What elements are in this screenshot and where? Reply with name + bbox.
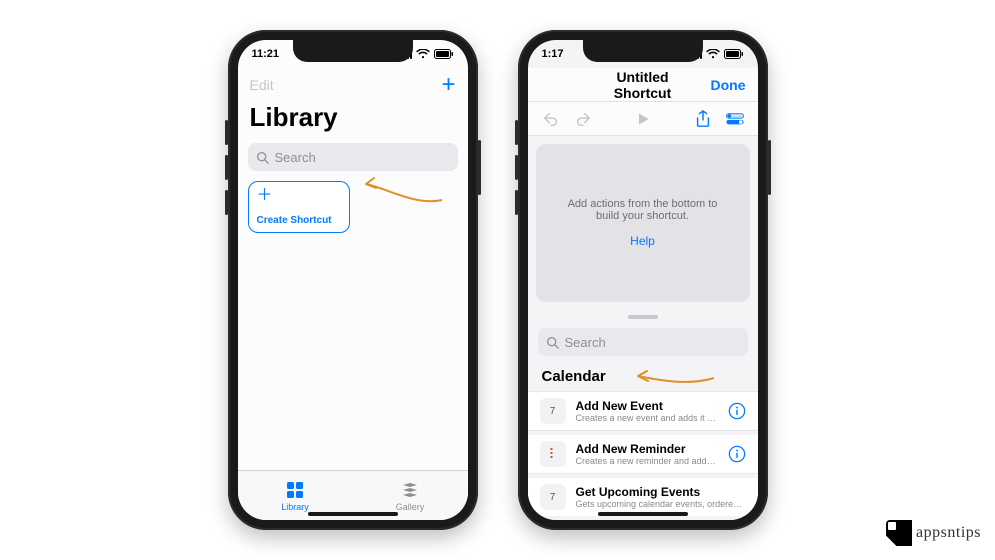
nav-bar: Edit + bbox=[238, 68, 468, 102]
action-subtitle: Gets upcoming calendar events, ordered f… bbox=[576, 499, 746, 509]
home-indicator[interactable] bbox=[308, 512, 398, 516]
action-row-add-reminder[interactable]: ⠇ Add New Reminder Creates a new reminde… bbox=[528, 435, 758, 474]
play-button[interactable] bbox=[634, 110, 652, 128]
watermark: appsntips bbox=[886, 520, 981, 546]
notch bbox=[583, 40, 703, 62]
help-link[interactable]: Help bbox=[630, 234, 655, 248]
redo-button[interactable] bbox=[574, 110, 592, 128]
screen-right: 1:17 Untitled Shortcut Done bbox=[528, 40, 758, 520]
search-placeholder: Search bbox=[275, 150, 316, 165]
battery-icon bbox=[434, 49, 454, 59]
nav-bar: Untitled Shortcut Done bbox=[528, 68, 758, 102]
watermark-logo-icon bbox=[886, 520, 912, 546]
action-subtitle: Creates a new reminder and adds it to th… bbox=[576, 456, 718, 466]
info-button[interactable] bbox=[728, 402, 746, 420]
notch bbox=[293, 40, 413, 62]
action-row-upcoming-events[interactable]: 7 Get Upcoming Events Gets upcoming cale… bbox=[528, 478, 758, 516]
create-shortcut-card[interactable]: ＋ Create Shortcut bbox=[248, 181, 350, 233]
section-title-calendar: Calendar bbox=[528, 364, 758, 391]
action-title: Add New Reminder bbox=[576, 442, 718, 456]
edit-button[interactable]: Edit bbox=[250, 77, 274, 93]
search-icon bbox=[546, 336, 559, 349]
actions-search-input[interactable]: Search bbox=[538, 328, 748, 356]
plus-icon: ＋ bbox=[257, 188, 341, 204]
add-button[interactable]: + bbox=[441, 71, 455, 99]
share-button[interactable] bbox=[694, 110, 712, 128]
action-subtitle: Creates a new event and adds it to the s… bbox=[576, 413, 718, 423]
phone-right: 1:17 Untitled Shortcut Done bbox=[518, 30, 768, 530]
watermark-text: appsntips bbox=[916, 524, 981, 542]
wifi-icon bbox=[706, 49, 720, 59]
library-content: ＋ Create Shortcut bbox=[238, 179, 468, 470]
status-time: 1:17 bbox=[542, 48, 564, 60]
canvas-hint: Add actions from the bottom to build you… bbox=[556, 198, 730, 222]
shortcut-canvas[interactable]: Add actions from the bottom to build you… bbox=[536, 144, 750, 302]
tab-gallery-label: Gallery bbox=[396, 502, 425, 512]
page-title: Library bbox=[238, 102, 468, 139]
create-shortcut-label: Create Shortcut bbox=[257, 215, 341, 226]
settings-toggle-button[interactable] bbox=[726, 110, 744, 128]
wifi-icon bbox=[416, 49, 430, 59]
screen-left: 11:21 Edit + Library S bbox=[238, 40, 468, 520]
undo-button[interactable] bbox=[542, 110, 560, 128]
action-title: Get Upcoming Events bbox=[576, 485, 746, 499]
battery-icon bbox=[724, 49, 744, 59]
action-row-add-event[interactable]: 7 Add New Event Creates a new event and … bbox=[528, 391, 758, 431]
search-icon bbox=[256, 151, 269, 164]
phone-left: 11:21 Edit + Library S bbox=[228, 30, 478, 530]
status-time: 11:21 bbox=[252, 48, 280, 60]
editor-toolbar bbox=[528, 102, 758, 136]
reminders-icon: ⠇ bbox=[540, 441, 566, 467]
info-button[interactable] bbox=[728, 445, 746, 463]
search-input[interactable]: Search bbox=[248, 143, 458, 171]
nav-title: Untitled Shortcut bbox=[590, 69, 696, 101]
done-button[interactable]: Done bbox=[711, 77, 746, 93]
panel-handle[interactable] bbox=[528, 310, 758, 324]
tab-library-label: Library bbox=[281, 502, 309, 512]
action-title: Add New Event bbox=[576, 399, 718, 413]
calendar-icon: 7 bbox=[540, 398, 566, 424]
actions-panel: Search Calendar 7 Add New Event Creates … bbox=[528, 310, 758, 520]
actions-search-placeholder: Search bbox=[565, 335, 606, 350]
calendar-icon: 7 bbox=[540, 484, 566, 510]
home-indicator[interactable] bbox=[598, 512, 688, 516]
